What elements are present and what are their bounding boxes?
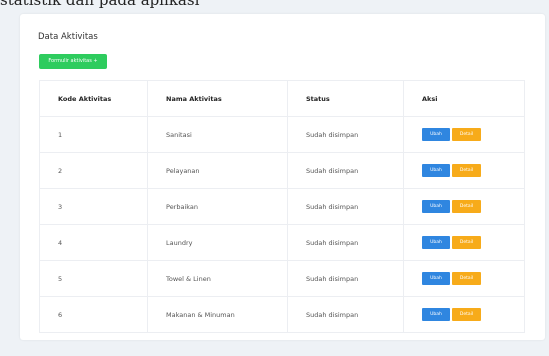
add-activity-button[interactable]: Formulir aktivitas + [39, 54, 107, 69]
cell-kode: 2 [39, 152, 148, 189]
table-header-row: Kode Aktivitas Nama Aktivitas Status Aks… [39, 80, 525, 117]
cell-status: Sudah disimpan [287, 296, 404, 333]
cell-aksi: Ubah Detail [403, 260, 525, 297]
cell-kode: 1 [39, 116, 148, 153]
cell-aksi: Ubah Detail [403, 116, 525, 153]
page-caption: statistik dan pada aplikasi [0, 0, 200, 9]
edit-button[interactable]: Ubah [422, 308, 450, 321]
header-status: Status [287, 80, 404, 117]
card-title: Data Aktivitas [38, 32, 98, 42]
detail-button[interactable]: Detail [452, 272, 481, 285]
edit-button[interactable]: Ubah [422, 272, 450, 285]
table-row: 3 Perbaikan Sudah disimpan Ubah Detail [39, 188, 525, 225]
header-nama: Nama Aktivitas [147, 80, 288, 117]
header-aksi: Aksi [403, 80, 525, 117]
edit-button[interactable]: Ubah [422, 236, 450, 249]
edit-button[interactable]: Ubah [422, 128, 450, 141]
cell-nama: Perbaikan [147, 188, 288, 225]
edit-button[interactable]: Ubah [422, 200, 450, 213]
cell-status: Sudah disimpan [287, 152, 404, 189]
cell-aksi: Ubah Detail [403, 188, 525, 225]
table-row: 5 Towel & Linen Sudah disimpan Ubah Detai… [39, 260, 525, 297]
table-row: 4 Laundry Sudah disimpan Ubah Detail [39, 224, 525, 261]
table-row: 1 Sanitasi Sudah disimpan Ubah Detail [39, 116, 525, 153]
table-row: 6 Makanan & Minuman Sudah disimpan Ubah D… [39, 296, 525, 333]
cell-nama: Makanan & Minuman [147, 296, 288, 333]
cell-kode: 6 [39, 296, 148, 333]
cell-status: Sudah disimpan [287, 224, 404, 261]
cell-kode: 4 [39, 224, 148, 261]
header-kode: Kode Aktivitas [39, 80, 148, 117]
edit-button[interactable]: Ubah [422, 164, 450, 177]
cell-status: Sudah disimpan [287, 116, 404, 153]
data-aktivitas-card: Data Aktivitas Formulir aktivitas + Kode… [20, 14, 545, 340]
cell-nama: Sanitasi [147, 116, 288, 153]
cell-aksi: Ubah Detail [403, 152, 525, 189]
cell-status: Sudah disimpan [287, 188, 404, 225]
cell-aksi: Ubah Detail [403, 224, 525, 261]
cell-nama: Laundry [147, 224, 288, 261]
activity-table: Kode Aktivitas Nama Aktivitas Status Aks… [39, 80, 525, 333]
detail-button[interactable]: Detail [452, 128, 481, 141]
cell-kode: 5 [39, 260, 148, 297]
detail-button[interactable]: Detail [452, 308, 481, 321]
table-row: 2 Pelayanan Sudah disimpan Ubah Detail [39, 152, 525, 189]
cell-status: Sudah disimpan [287, 260, 404, 297]
cell-kode: 3 [39, 188, 148, 225]
cell-aksi: Ubah Detail [403, 296, 525, 333]
cell-nama: Pelayanan [147, 152, 288, 189]
detail-button[interactable]: Detail [452, 200, 481, 213]
cell-nama: Towel & Linen [147, 260, 288, 297]
detail-button[interactable]: Detail [452, 164, 481, 177]
detail-button[interactable]: Detail [452, 236, 481, 249]
